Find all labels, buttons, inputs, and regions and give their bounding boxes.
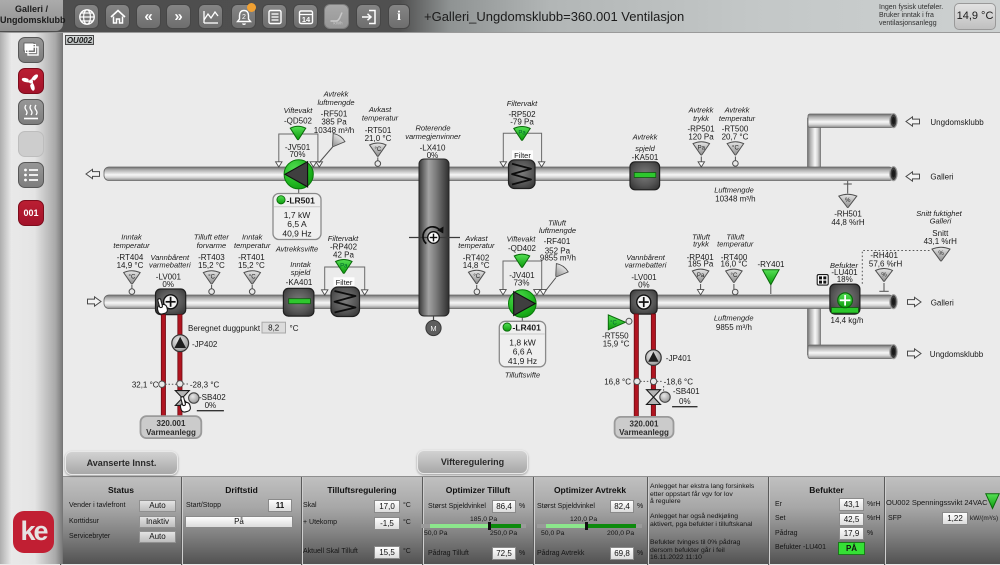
svg-text:14: 14 [301, 15, 310, 24]
svg-text:kWh: kWh [333, 21, 343, 26]
svg-text:2: 2 [242, 14, 246, 21]
